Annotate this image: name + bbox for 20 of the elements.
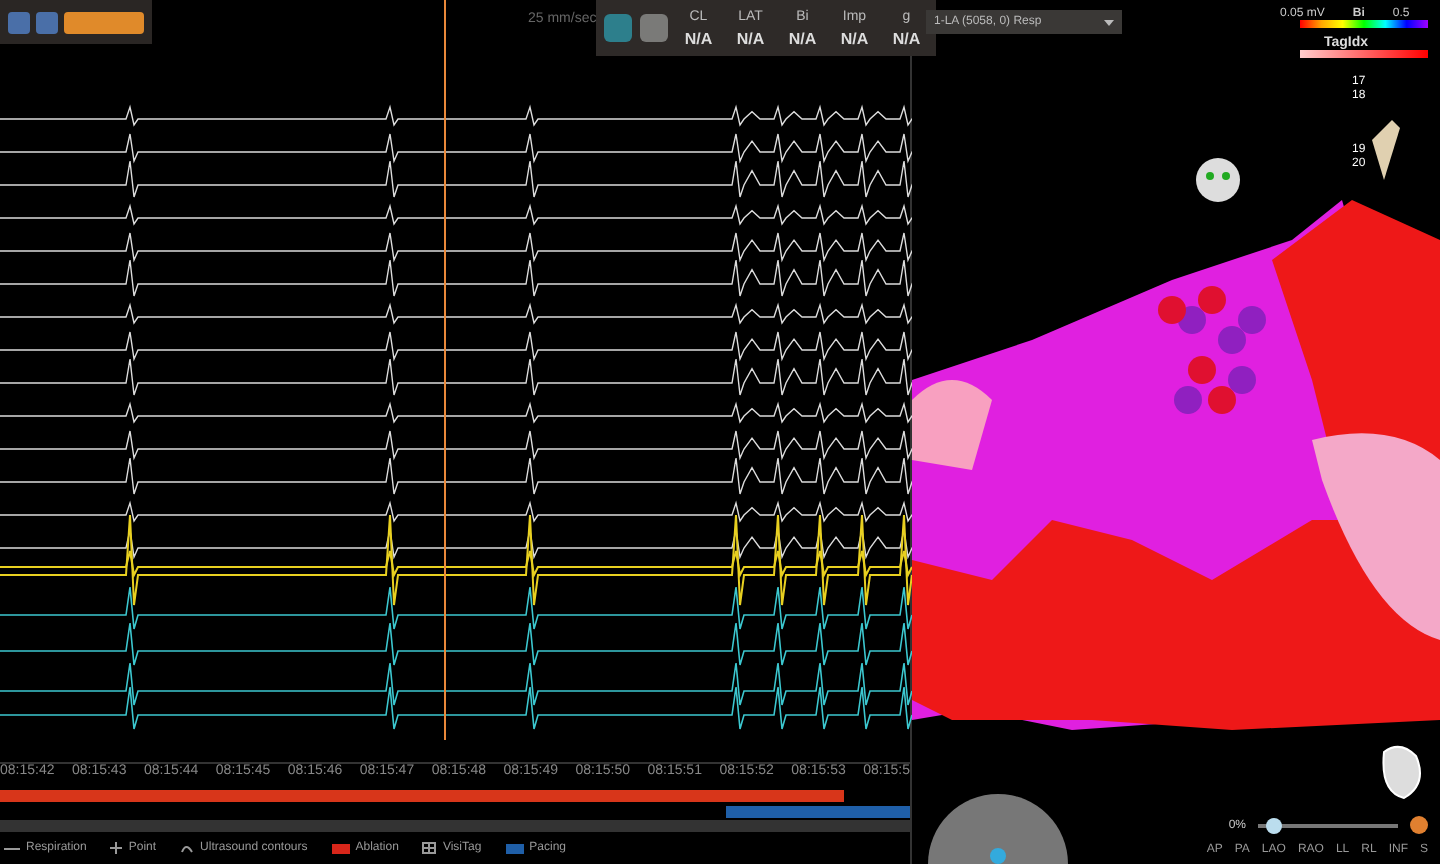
grid-icon [422,842,437,854]
caret-icon [1104,19,1114,25]
readout-value: N/A [684,29,713,47]
clock-icon[interactable] [604,14,633,42]
readout-value: N/A [788,29,817,47]
toolbar-icon[interactable] [36,11,58,33]
readout-value: N/A [840,29,869,47]
plus-icon [110,842,123,854]
color-scale-bar [1300,20,1428,28]
readout-value: N/A [736,29,765,47]
heart-icon [1376,740,1424,800]
line-icon [4,845,20,851]
round-handle-icon[interactable] [1410,816,1428,834]
contour-icon [180,842,195,854]
tag-scale-bar [1300,50,1428,58]
tool-icon[interactable] [640,14,669,42]
readout-value: N/A [892,29,921,47]
toolbar-icon[interactable] [8,11,30,33]
head-orientation-icon [1196,158,1240,202]
mode-button[interactable] [64,11,144,33]
